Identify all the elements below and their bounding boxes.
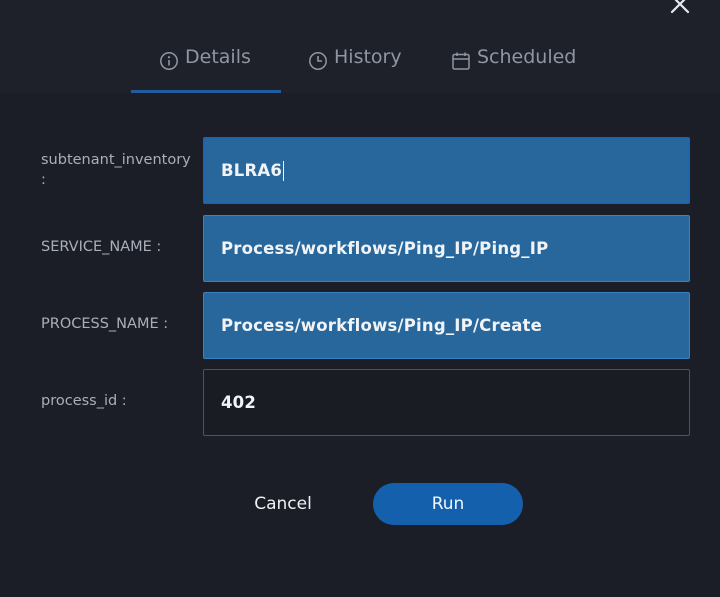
tab-scheduled-label: Scheduled — [477, 46, 577, 68]
subtenant-inventory-value: BLRA6 — [221, 161, 283, 180]
tab-bar: Details History Scheduled — [0, 0, 720, 93]
tab-scheduled[interactable]: Scheduled — [451, 46, 576, 90]
clock-icon — [309, 52, 327, 70]
tab-history-label: History — [334, 46, 402, 68]
process-id-value: 402 — [221, 393, 257, 412]
process-id-label: process_id : — [41, 393, 127, 409]
tab-history[interactable]: History — [308, 46, 402, 90]
cancel-button[interactable]: Cancel — [236, 483, 330, 525]
subtenant-inventory-label: subtenant_inventory : — [41, 152, 191, 188]
tab-details-label: Details — [185, 46, 251, 68]
process-name-input[interactable]: Process/workflows/Ping_IP/Create — [203, 292, 690, 359]
run-button[interactable]: Run — [373, 483, 523, 525]
subtenant-inventory-input[interactable]: BLRA6 — [203, 137, 690, 204]
tab-details[interactable]: Details — [159, 46, 251, 90]
info-icon — [160, 52, 178, 70]
calendar-icon — [452, 52, 470, 70]
text-cursor — [283, 160, 285, 181]
service-name-label: SERVICE_NAME : — [41, 239, 162, 255]
service-name-value: Process/workflows/Ping_IP/Ping_IP — [221, 239, 549, 258]
process-name-label: PROCESS_NAME : — [41, 316, 169, 332]
service-name-input[interactable]: Process/workflows/Ping_IP/Ping_IP — [203, 215, 690, 282]
process-name-value: Process/workflows/Ping_IP/Create — [221, 316, 543, 335]
process-id-input[interactable]: 402 — [203, 369, 690, 436]
